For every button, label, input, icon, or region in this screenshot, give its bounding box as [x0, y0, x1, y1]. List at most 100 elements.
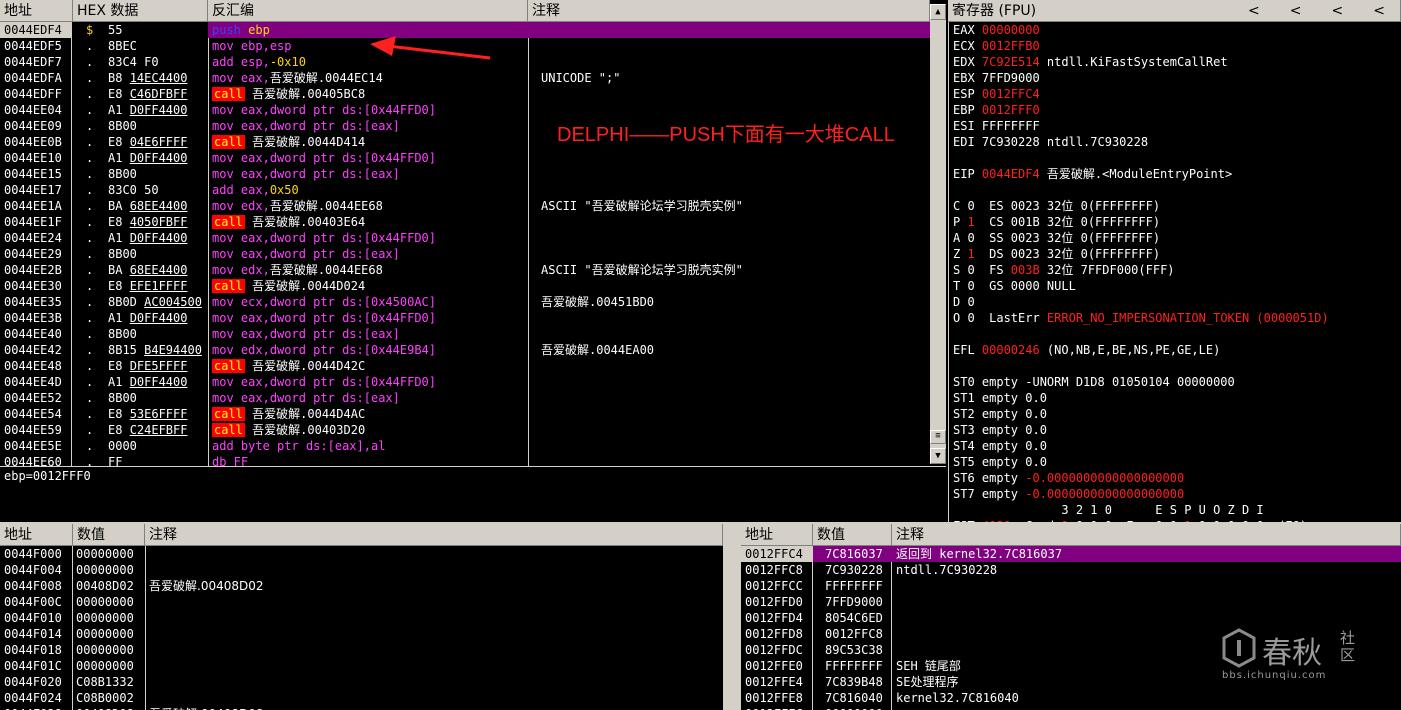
dump-row[interactable]: 0044F000 00000000 [0, 546, 723, 562]
stack-row[interactable]: 0012FFE8 7C816040 kernel32.7C816040 [741, 690, 1401, 706]
register-line[interactable]: ST1 empty 0.0 [953, 390, 1401, 406]
register-value[interactable]: 003B [1011, 263, 1040, 277]
disasm-row[interactable]: 0044EE48. E8 DFE5FFFF call 吾爱破解.0044D42C [0, 358, 930, 374]
register-line[interactable]: O 0 LastErr ERROR_NO_IMPERSONATION_TOKEN… [953, 310, 1401, 326]
register-value[interactable]: 00000000 [982, 23, 1040, 37]
register-value[interactable]: FFFFFFFF [982, 119, 1040, 133]
disasm-row[interactable]: 0044EE2B. BA 68EE4400 mov edx,吾爱破解.0044EE6… [0, 262, 930, 278]
register-line[interactable]: ST5 empty 0.0 [953, 454, 1401, 470]
nav-left-icon[interactable]: < [1373, 3, 1385, 19]
register-line[interactable]: D 0 [953, 294, 1401, 310]
disasm-row[interactable]: 0044EE04. A1 D0FF4400 mov eax,dword ptr ds… [0, 102, 930, 118]
register-line[interactable]: A 0 SS 0023 32位 0(FFFFFFFF) [953, 230, 1401, 246]
disasm-scrollbar[interactable]: ▲ ≡ ▼ [930, 4, 946, 464]
register-line[interactable]: ST6 empty -0.0000000000000000000 [953, 470, 1401, 486]
register-line[interactable] [953, 358, 1401, 374]
registers-pane[interactable]: EAX 00000000 ECX 0012FFB0 EDX 7C92E514 ntd… [948, 22, 1401, 522]
register-line[interactable]: Z 1 DS 0023 32位 0(FFFFFFFF) [953, 246, 1401, 262]
register-line[interactable] [953, 150, 1401, 166]
disassembly-pane[interactable]: 0044EDF4 $55 push ebp 0044EDF5. 8BEC mov ebp,… [0, 22, 930, 466]
register-value[interactable]: 0012FFC4 [982, 87, 1040, 101]
register-line[interactable]: ESP 0012FFC4 [953, 86, 1401, 102]
dump-pane[interactable]: 0044F000 00000000 0044F004 00000000 0044F008… [0, 546, 723, 710]
dump-header-comment[interactable]: 注释 [145, 524, 723, 546]
register-line[interactable]: S 0 FS 003B 32位 7FFDF000(FFF) [953, 262, 1401, 278]
disasm-row[interactable]: 0044EE3B. A1 D0FF4400 mov eax,dword ptr ds… [0, 310, 930, 326]
dump-row[interactable]: 0044F024 C08B0002 [0, 690, 723, 706]
dump-row[interactable]: 0044F00C 00000000 [0, 594, 723, 610]
register-line[interactable]: P 1 CS 001B 32位 0(FFFFFFFF) [953, 214, 1401, 230]
disasm-row[interactable]: 0044EE54. E8 53E6FFFF call 吾爱破解.0044D4AC [0, 406, 930, 422]
stack-row[interactable]: 0012FFEC 00000000 [741, 706, 1401, 710]
register-line[interactable]: ST0 empty -UNORM D1D8 01050104 00000000 [953, 374, 1401, 390]
registers-header[interactable]: 寄存器 (FPU) <<<<< [948, 0, 1401, 22]
nav-left-icon[interactable]: < [1248, 3, 1260, 19]
disasm-row[interactable]: 0044EE1F. E8 4050FBFF call 吾爱破解.00403E64 [0, 214, 930, 230]
disasm-row[interactable]: 0044EE52. 8B00 mov eax,dword ptr ds:[eax] [0, 390, 930, 406]
scroll-up-icon[interactable]: ▲ [930, 4, 946, 20]
disasm-header-comment[interactable]: 注释 [528, 0, 930, 22]
disasm-header-hex[interactable]: HEX 数据 [73, 0, 208, 22]
register-value[interactable]: -0.0000000000000000000 [1025, 471, 1184, 485]
disasm-row[interactable]: 0044EE5E. 0000 add byte ptr ds:[eax],al [0, 438, 930, 454]
disasm-row[interactable]: 0044EE1A. BA 68EE4400 mov edx,吾爱破解.0044EE6… [0, 198, 930, 214]
dump-row[interactable]: 0044F01C 00000000 [0, 658, 723, 674]
disasm-row[interactable]: 0044EE17. 83C0 50 add eax,0x50 [0, 182, 930, 198]
register-value[interactable]: 0044EDF4 [982, 167, 1040, 181]
nav-left-icon[interactable]: < [1290, 3, 1302, 19]
register-value[interactable]: 0012FFB0 [982, 39, 1040, 53]
disasm-row[interactable]: 0044EE4D. A1 D0FF4400 mov eax,dword ptr ds… [0, 374, 930, 390]
stack-header-value[interactable]: 数值 [813, 524, 892, 546]
dump-row[interactable]: 0044F018 00000000 [0, 642, 723, 658]
register-line[interactable]: C 0 ES 0023 32位 0(FFFFFFFF) [953, 198, 1401, 214]
register-line[interactable]: EDX 7C92E514 ntdll.KiFastSystemCallRet [953, 54, 1401, 70]
nav-left-icon[interactable]: < [1331, 3, 1343, 19]
register-line[interactable]: ESI FFFFFFFF [953, 118, 1401, 134]
register-line[interactable]: EDI 7C930228 ntdll.7C930228 [953, 134, 1401, 150]
register-line[interactable]: ST7 empty -0.0000000000000000000 [953, 486, 1401, 502]
disasm-row[interactable]: 0044EDFF. E8 C46DFBFF call 吾爱破解.00405BC8 [0, 86, 930, 102]
dump-header-value[interactable]: 数值 [73, 524, 145, 546]
register-line[interactable]: EBP 0012FFF0 [953, 102, 1401, 118]
scroll-thumb[interactable]: ≡ [930, 430, 946, 444]
register-value[interactable]: 00000246 [982, 343, 1040, 357]
register-value[interactable]: 7FFD9000 [982, 71, 1040, 85]
register-value[interactable]: 7C930228 [982, 135, 1040, 149]
register-value[interactable]: 0012FFF0 [982, 103, 1040, 117]
register-value[interactable]: -0.0000000000000000000 [1025, 487, 1184, 501]
stack-header-address[interactable]: 地址 [741, 524, 813, 546]
disasm-row[interactable]: 0044EE24. A1 D0FF4400 mov eax,dword ptr ds… [0, 230, 930, 246]
dump-row[interactable]: 0044F008 00408D02 吾爱破解.00408D02 [0, 578, 723, 594]
stack-row[interactable]: 0012FFD0 7FFD9000 [741, 594, 1401, 610]
register-line[interactable] [953, 326, 1401, 342]
register-value[interactable]: ERROR_NO_IMPERSONATION_TOKEN (0000051D) [1047, 311, 1329, 325]
disasm-row[interactable]: 0044EE42. 8B15 B4E94400 mov edx,dword ptr … [0, 342, 930, 358]
register-line[interactable]: EBX 7FFD9000 [953, 70, 1401, 86]
register-line[interactable]: EAX 00000000 [953, 22, 1401, 38]
disasm-row[interactable]: 0044EE15. 8B00 mov eax,dword ptr ds:[eax] [0, 166, 930, 182]
disasm-row[interactable]: 0044EE29. 8B00 mov eax,dword ptr ds:[eax] [0, 246, 930, 262]
dump-row[interactable]: 0044F028 00408D08 吾爱破解.00408D08 [0, 706, 723, 710]
stack-header-comment[interactable]: 注释 [892, 524, 1401, 546]
disasm-row[interactable]: 0044EE30. E8 EFE1FFFF call 吾爱破解.0044D024 [0, 278, 930, 294]
reg-nav[interactable]: <<<<< [1248, 0, 1400, 21]
dump-row[interactable]: 0044F014 00000000 [0, 626, 723, 642]
disasm-row[interactable]: 0044EE10. A1 D0FF4400 mov eax,dword ptr ds… [0, 150, 930, 166]
stack-row[interactable]: 0012FFCC FFFFFFFF [741, 578, 1401, 594]
register-line[interactable] [953, 182, 1401, 198]
register-value[interactable]: 7C92E514 [982, 55, 1040, 69]
register-line[interactable]: 3 2 1 0 E S P U O Z D I [953, 502, 1401, 518]
scroll-down-icon[interactable]: ▼ [930, 448, 946, 464]
disasm-row[interactable]: 0044EDFA. B8 14EC4400 mov eax,吾爱破解.0044EC1… [0, 70, 930, 86]
register-line[interactable]: ST2 empty 0.0 [953, 406, 1401, 422]
disasm-row[interactable]: 0044EE40. 8B00 mov eax,dword ptr ds:[eax] [0, 326, 930, 342]
register-line[interactable]: EIP 0044EDF4 吾爱破解.<ModuleEntryPoint> [953, 166, 1401, 182]
register-line[interactable]: ST4 empty 0.0 [953, 438, 1401, 454]
stack-row[interactable]: 0012FFD4 8054C6ED [741, 610, 1401, 626]
disasm-header-address[interactable]: 地址 [0, 0, 73, 22]
register-line[interactable]: EFL 00000246 (NO,NB,E,BE,NS,PE,GE,LE) [953, 342, 1401, 358]
stack-row[interactable]: 0012FFC8 7C930228 ntdll.7C930228 [741, 562, 1401, 578]
disasm-row[interactable]: 0044EE59. E8 C24EFBFF call 吾爱破解.00403D20 [0, 422, 930, 438]
disasm-header-disasm[interactable]: 反汇编 [208, 0, 528, 22]
stack-row[interactable]: 0012FFC4 7C816037 返回到 kernel32.7C816037 [741, 546, 1401, 562]
